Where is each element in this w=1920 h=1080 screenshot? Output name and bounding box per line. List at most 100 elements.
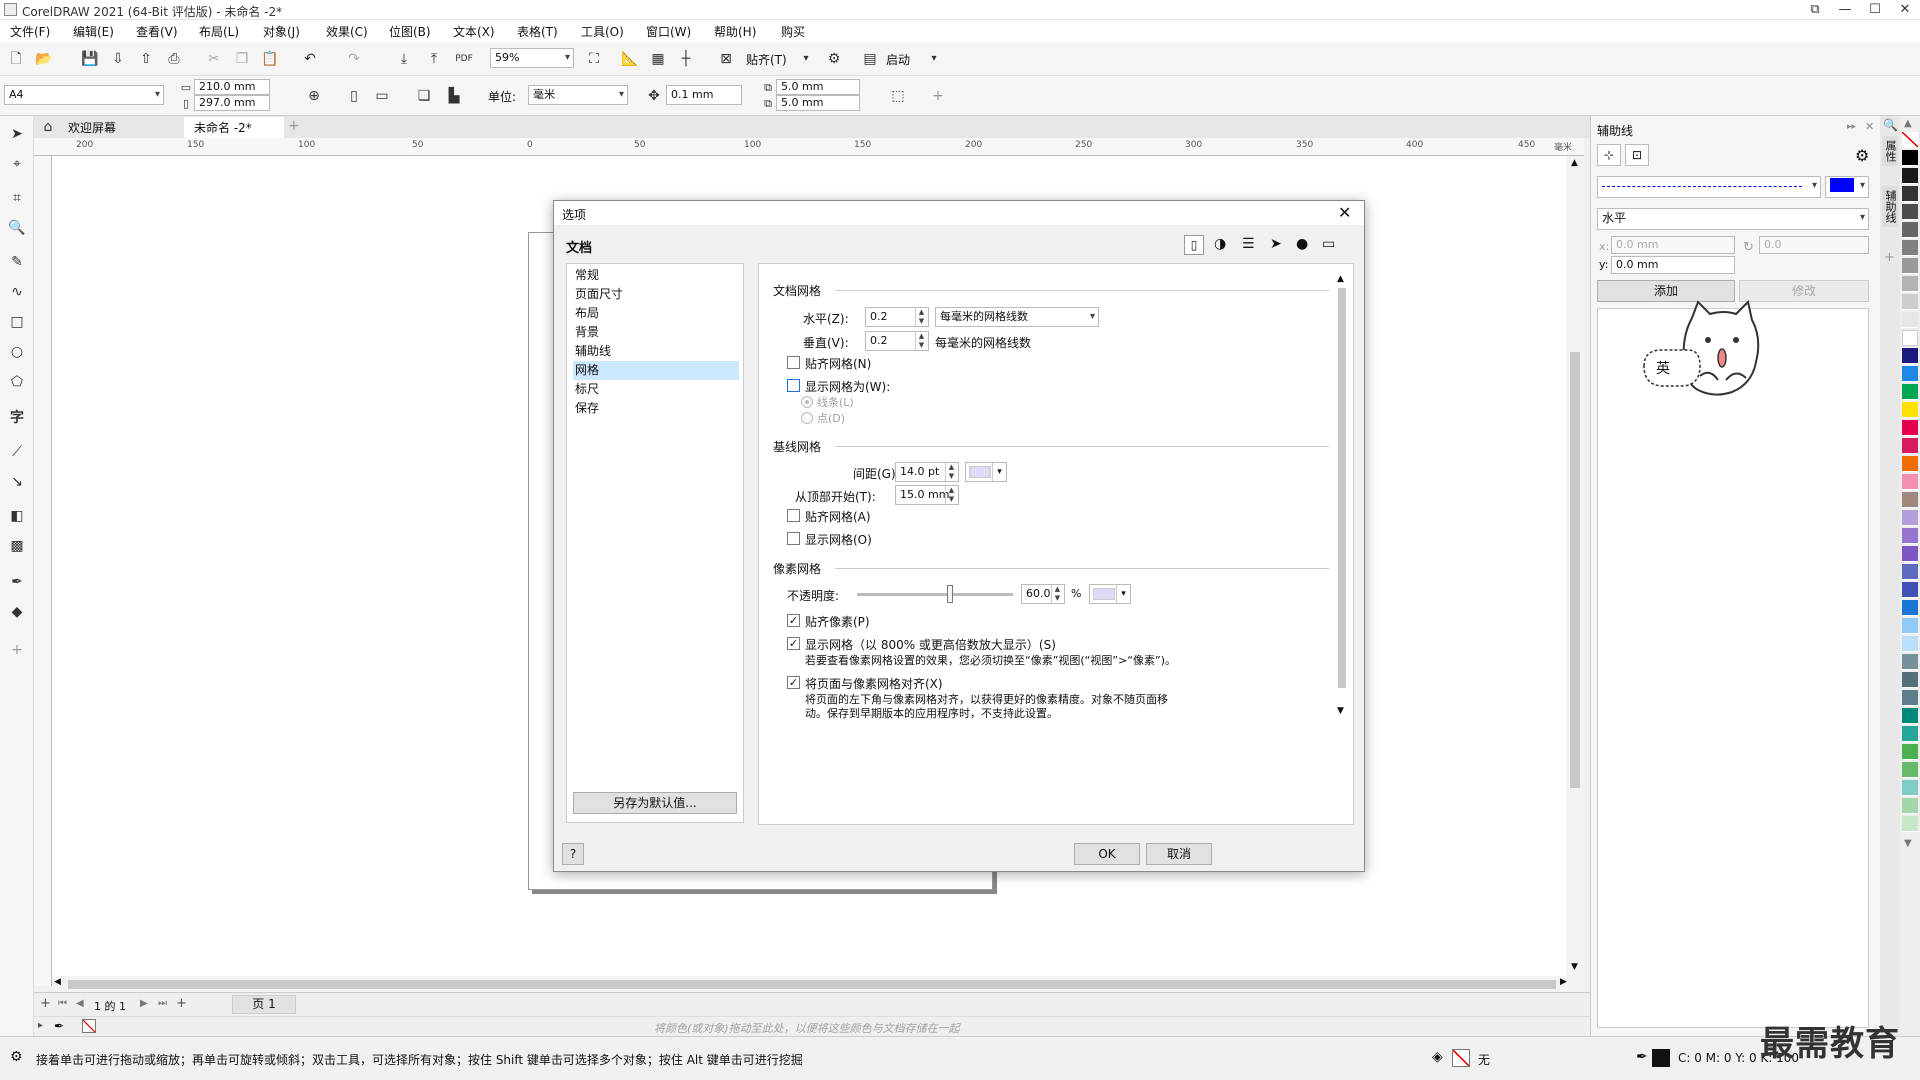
horizontal-grid-spinner[interactable]: ▲ ▼ — [915, 308, 927, 326]
nav-item-page-size[interactable]: 页面尺寸 — [573, 285, 739, 304]
current-page-icon[interactable]: ▙ — [444, 86, 464, 106]
cut-icon[interactable]: ✂ — [204, 49, 224, 69]
scroll-down-icon[interactable]: ▼ — [1337, 706, 1344, 716]
interactive-fill-icon[interactable]: ◆ — [7, 602, 27, 622]
all-pages-icon[interactable]: ❏ — [414, 86, 434, 106]
duplicate-distance-x-input[interactable]: 5.0 mm — [776, 79, 860, 95]
duplicate-distance-y-input[interactable]: 5.0 mm — [776, 95, 860, 111]
grid-icon[interactable]: ▦ — [648, 49, 668, 69]
display-icon[interactable]: ▭ — [1322, 236, 1335, 252]
align-page-checkbox[interactable]: ✓ — [787, 676, 800, 689]
color-swatch[interactable] — [1902, 294, 1918, 310]
color-swatch[interactable] — [1902, 276, 1918, 292]
palette-down-icon[interactable]: ▼ — [1904, 838, 1912, 849]
launch-dropdown[interactable]: 启动 — [886, 51, 910, 68]
color-swatch[interactable] — [1902, 672, 1918, 688]
chevron-down-icon[interactable]: ▾ — [796, 49, 816, 69]
color-swatch[interactable] — [1902, 582, 1918, 598]
copy-icon[interactable]: ❐ — [232, 49, 252, 69]
fill-swatch[interactable] — [1452, 1049, 1470, 1067]
vertical-scrollbar[interactable]: ▲ ▼ — [1566, 156, 1584, 976]
vertical-scroll-thumb[interactable] — [1570, 352, 1580, 788]
crop-tool-icon[interactable]: ⌗ — [7, 188, 27, 208]
color-management-icon[interactable]: ◑ — [1214, 236, 1226, 252]
units-select[interactable]: 毫米 — [528, 85, 628, 105]
opacity-spinner[interactable]: ▲ ▼ — [1051, 585, 1063, 603]
redo-icon[interactable]: ↷ — [344, 49, 364, 69]
color-swatch[interactable] — [1902, 780, 1918, 796]
tools-icon[interactable]: ➤ — [1270, 236, 1282, 252]
horizontal-ruler[interactable]: 200 150 100 50 0 50 100 150 200 250 300 … — [34, 138, 1584, 156]
grid-lines-radio[interactable] — [801, 396, 813, 408]
color-swatch[interactable] — [1902, 222, 1918, 238]
tab-document[interactable]: 未命名 -2* — [184, 117, 284, 138]
page-size-select[interactable]: A4 — [4, 85, 164, 105]
menu-tools[interactable]: 工具(O) — [581, 23, 624, 40]
customize-icon[interactable]: ☰ — [1242, 236, 1255, 252]
show-grid-as-checkbox[interactable] — [787, 379, 800, 392]
show-baseline-checkbox[interactable] — [787, 532, 800, 545]
menu-table[interactable]: 表格(T) — [517, 23, 558, 40]
add-page-after-icon[interactable]: + — [176, 996, 187, 1011]
color-swatch[interactable] — [1902, 150, 1918, 166]
docker-close-icon[interactable]: ✕ — [1865, 120, 1874, 133]
color-swatch[interactable] — [1902, 258, 1918, 274]
palette-up-icon[interactable]: ▲ — [1904, 118, 1912, 129]
rulers-icon[interactable]: 📐 — [620, 49, 640, 69]
save-as-default-button[interactable]: 另存为默认值... — [573, 792, 737, 814]
bleed-icon[interactable]: ⬚ — [888, 86, 908, 106]
cloud-download-icon[interactable]: ⇩ — [108, 49, 128, 69]
home-icon[interactable]: ⌂ — [38, 117, 58, 137]
color-swatch[interactable] — [1902, 618, 1918, 634]
grid-frequency-select[interactable]: 每毫米的网格线数 — [935, 307, 1099, 327]
nav-item-grid[interactable]: 网格 — [573, 361, 739, 380]
color-swatch[interactable] — [1902, 438, 1918, 454]
guide-preset-icon[interactable]: ⊹ — [1597, 144, 1621, 166]
menu-edit[interactable]: 编辑(E) — [73, 23, 114, 40]
add-tool-icon[interactable]: + — [7, 640, 27, 660]
menu-file[interactable]: 文件(F) — [10, 23, 50, 40]
color-swatch[interactable] — [1902, 420, 1918, 436]
guide-y-input[interactable]: 0.0 mm — [1611, 256, 1735, 274]
color-swatch[interactable] — [1902, 546, 1918, 562]
page-dimensions-icon[interactable]: ⊕ — [304, 86, 324, 106]
color-swatch[interactable] — [1902, 690, 1918, 706]
close-button[interactable]: ✕ — [1890, 0, 1920, 20]
color-swatch-none[interactable] — [1902, 132, 1918, 148]
guide-angle-input[interactable]: 0.0 — [1759, 236, 1869, 254]
nav-item-guidelines[interactable]: 辅助线 — [573, 342, 739, 361]
color-swatch[interactable] — [1902, 762, 1918, 778]
guide-line-style-select[interactable] — [1597, 176, 1821, 198]
maximize-button[interactable]: ☐ — [1860, 0, 1890, 20]
color-swatch[interactable] — [1902, 474, 1918, 490]
color-swatch[interactable] — [1902, 726, 1918, 742]
pdf-icon[interactable]: PDF — [454, 49, 474, 69]
lock-guide-icon[interactable]: ⊡ — [1625, 144, 1649, 166]
color-swatch[interactable] — [1902, 348, 1918, 364]
menu-help[interactable]: 帮助(H) — [714, 23, 756, 40]
color-swatch[interactable] — [1902, 168, 1918, 184]
opacity-slider[interactable] — [857, 582, 1013, 606]
snap-to-grid-checkbox[interactable] — [787, 356, 800, 369]
document-page-icon[interactable]: ▯ — [1184, 235, 1204, 255]
snap-to-dropdown[interactable]: 贴齐(T) — [746, 51, 787, 68]
paste-icon[interactable]: 📋 — [260, 49, 280, 69]
horizontal-scrollbar[interactable]: ◀ ▶ — [52, 976, 1584, 992]
scroll-left-icon[interactable]: ◀ — [54, 977, 61, 987]
eyedropper-icon[interactable]: ✒ — [7, 572, 27, 592]
color-swatch[interactable] — [1902, 600, 1918, 616]
page-tab[interactable]: 页 1 — [232, 995, 296, 1014]
new-document-icon[interactable]: 🗋 — [6, 49, 26, 69]
menu-effects[interactable]: 效果(C) — [326, 23, 368, 40]
import-icon[interactable]: ⤓ — [394, 49, 414, 69]
gear-icon[interactable]: ⚙ — [1855, 146, 1869, 165]
color-swatch[interactable] — [1902, 456, 1918, 472]
previous-page-icon[interactable]: ◀ — [76, 998, 84, 1009]
nav-item-background[interactable]: 背景 — [573, 323, 739, 342]
pixel-grid-color-picker[interactable]: ▾ — [1089, 584, 1131, 604]
freehand-tool-icon[interactable]: ✎ — [7, 252, 27, 272]
add-docker-icon[interactable]: + — [1884, 250, 1895, 265]
menu-buy[interactable]: 购买 — [781, 23, 805, 40]
snap-to-pixels-checkbox[interactable]: ✓ — [787, 614, 800, 627]
help-button[interactable]: ? — [562, 843, 584, 865]
